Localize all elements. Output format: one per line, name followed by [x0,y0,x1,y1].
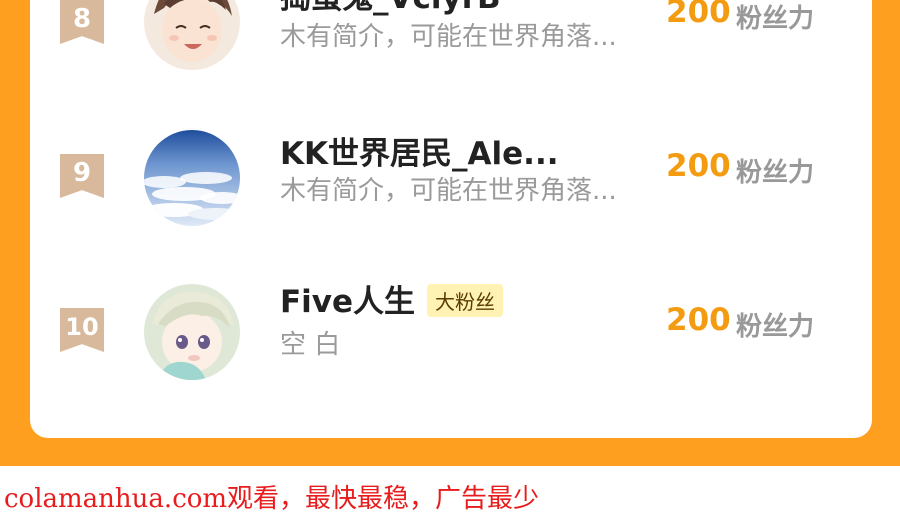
fan-score-unit: 粉丝力 [736,158,815,188]
fan-score-unit: 粉丝力 [736,4,815,34]
user-description: 木有简介，可能在世界角落... [280,176,617,206]
anime-boy-avatar-icon[interactable] [144,0,240,70]
big-fan-badge: 大粉丝 [427,284,504,317]
user-name-text[interactable]: Five人生 [280,284,415,320]
fan-score: 200 [666,302,731,338]
rank-badge: 10 [60,308,104,352]
user-name[interactable]: 捣蛋鬼_VclyrB [280,0,501,17]
leaderboard-row[interactable]: 9 KK世界居民_Ale... 木有简介，可能在世界角落... 200 粉丝力 [30,122,872,232]
rank-badge: 8 [60,0,104,44]
leaderboard-card: 8 捣蛋鬼_VclyrB 木有简介，可能在世界角落... 200 粉丝力 [30,0,872,438]
user-name[interactable]: KK世界居民_Ale... [280,128,559,173]
fan-score-unit: 粉丝力 [736,312,815,342]
fan-score: 200 [666,148,731,184]
user-name[interactable]: Five人生 大粉丝 [280,276,504,321]
anime-child-avatar-icon[interactable] [144,284,240,380]
rank-badge: 9 [60,154,104,198]
site-watermark: colamanhua.com观看，最快最稳，广告最少 [4,484,540,514]
sky-clouds-avatar-icon[interactable] [144,130,240,226]
user-description: 空 白 [280,330,341,360]
user-description: 木有简介，可能在世界角落... [280,22,617,52]
fan-leaderboard-page: 8 捣蛋鬼_VclyrB 木有简介，可能在世界角落... 200 粉丝力 [0,0,900,521]
leaderboard-row[interactable]: 8 捣蛋鬼_VclyrB 木有简介，可能在世界角落... 200 粉丝力 [30,0,872,78]
leaderboard-row[interactable]: 10 Five人生 大粉丝 空 白 200 粉丝力 [30,276,872,386]
fan-score: 200 [666,0,731,30]
